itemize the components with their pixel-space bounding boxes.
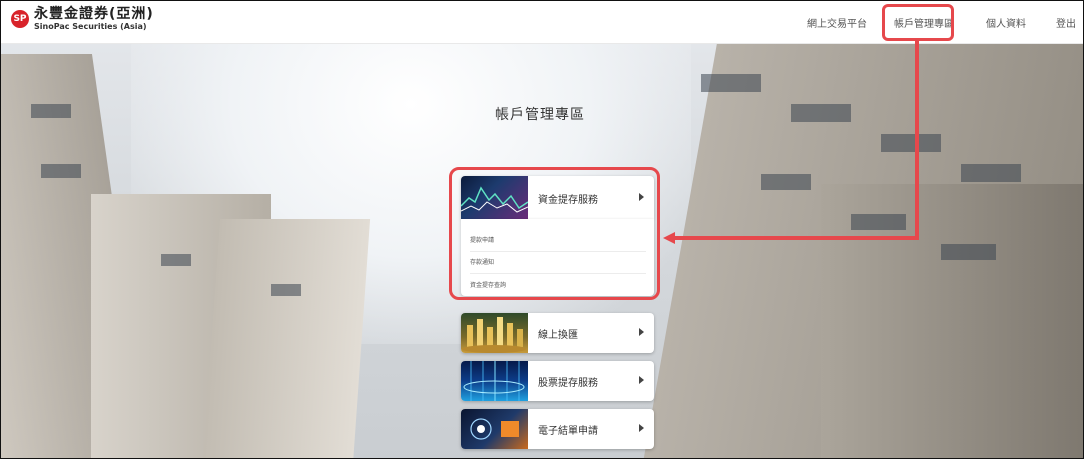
window [761, 174, 811, 190]
menu-item-e-statement[interactable]: 電子結單申請 [461, 409, 654, 449]
arrow-right-icon [639, 328, 644, 336]
browser-viewport: SP 永豐金證券(亞洲) SinoPac Securities (Asia) 網… [0, 0, 1084, 459]
highlight-box-menu [449, 167, 660, 300]
menu-item-label: 電子結單申請 [538, 426, 598, 437]
window [271, 284, 301, 296]
arrow-right-icon [639, 424, 644, 432]
window [161, 254, 191, 266]
window [701, 74, 761, 92]
brand-mark-icon: SP [11, 10, 29, 28]
window [851, 214, 906, 230]
highlight-box-nav [882, 4, 954, 41]
menu-item-stock-deposit-withdrawal[interactable]: 股票提存服務 [461, 361, 654, 401]
tech-icon [461, 409, 528, 449]
nav-online-trading[interactable]: 網上交易平台 [807, 15, 867, 30]
brand-name-en: SinoPac Securities (Asia) [34, 22, 147, 31]
window [941, 244, 996, 260]
window [791, 104, 851, 122]
nav-logout[interactable]: 登出 [1056, 15, 1076, 30]
window [41, 164, 81, 178]
nav-personal-info[interactable]: 個人資料 [986, 15, 1026, 30]
brand-name-cn: 永豐金證券(亞洲) [34, 6, 154, 22]
menu-item-label: 線上換匯 [538, 330, 578, 341]
highlight-connector-horizontal [673, 236, 919, 240]
page-title: 帳戶管理專區 [495, 107, 585, 123]
coins-icon [461, 313, 528, 353]
highlight-connector-vertical [915, 41, 919, 240]
window [961, 164, 1021, 182]
menu-item-label: 股票提存服務 [538, 378, 598, 389]
brand-logo[interactable]: SP 永豐金證券(亞洲) SinoPac Securities (Asia) [11, 7, 154, 31]
building-left-3 [201, 219, 371, 458]
highlight-arrow-icon [663, 232, 675, 244]
menu-item-online-fx[interactable]: 線上換匯 [461, 313, 654, 353]
arrow-right-icon [639, 376, 644, 384]
window [31, 104, 71, 118]
digital-grid-icon [461, 361, 528, 401]
window [881, 134, 941, 152]
